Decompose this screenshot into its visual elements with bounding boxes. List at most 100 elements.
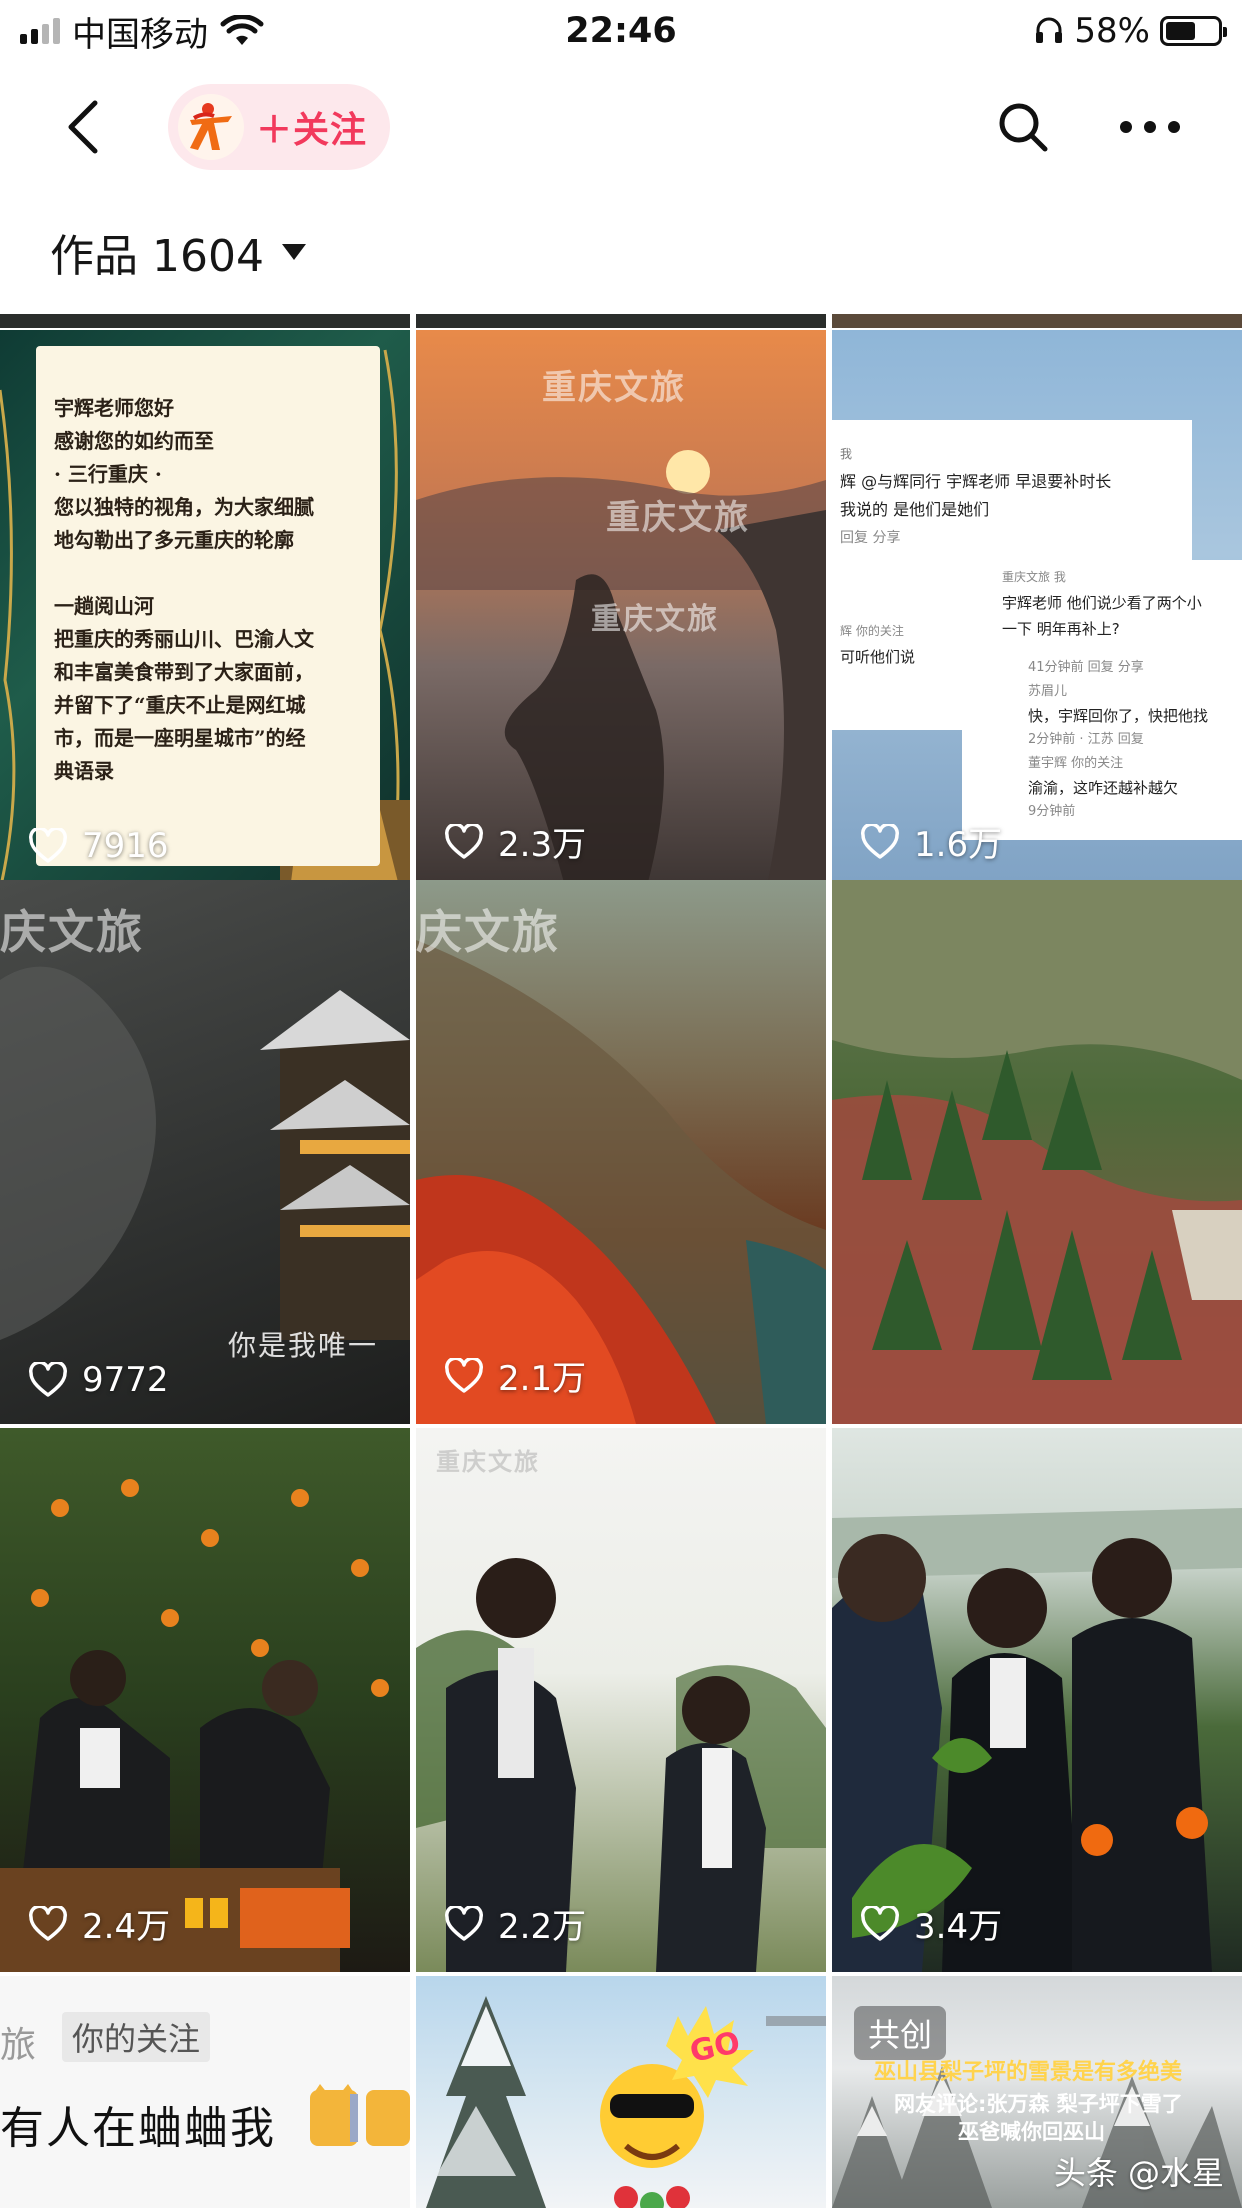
chevron-left-icon <box>68 100 98 154</box>
like-count: 7916 <box>28 826 169 866</box>
comment-line: 9分钟前 <box>1028 804 1076 819</box>
comment-line: 回复 分享 <box>840 530 901 546</box>
more-dots-icon <box>1120 121 1180 133</box>
letter-line: 您以独特的视角，为大家细腻 <box>54 495 314 519</box>
letter-line: 宇辉老师您好 <box>54 396 174 420</box>
cat-emoji-icon <box>310 2084 410 2146</box>
tile-strip <box>0 314 410 328</box>
video-tile[interactable]: 共创 巫山县梨子坪的雪景是有多绝美 网友评论:张万森 梨子坪下雪了 巫爸喊你回巫… <box>832 1976 1242 2208</box>
tile-strip <box>416 314 826 328</box>
comment-line: 苏眉儿 <box>1028 684 1068 699</box>
watermark: 庆文旅 <box>416 905 560 959</box>
tile-artwork <box>416 1558 826 1972</box>
comment-thread: 辉 你的关注 可听他们说 <box>840 618 980 670</box>
like-count-text: 9772 <box>82 1360 169 1400</box>
video-tile[interactable]: 重庆文旅 重庆文旅 重庆文旅 2.3万 <box>416 330 826 890</box>
comment-line: 宇辉老师 他们说少看了两个小 <box>1002 594 1202 612</box>
watermark: 重庆文旅 <box>591 602 719 637</box>
heart-icon <box>29 1362 67 1397</box>
watermark: 重庆文旅 <box>606 498 750 538</box>
comment-line: 我说的 是他们是她们 <box>840 500 990 519</box>
video-tile[interactable]: 我 辉 @与辉同行 宇辉老师 早退要补时长 我说的 是他们是她们 回复 分享 重… <box>832 330 1242 890</box>
search-button[interactable] <box>990 94 1056 160</box>
cocreate-badge: 共创 <box>854 2006 947 2060</box>
like-count-text: 2.2万 <box>498 1907 587 1947</box>
status-right: 58% <box>1034 8 1227 54</box>
video-tile[interactable]: GO <box>416 1976 826 2208</box>
comment-thread: 重庆文旅 我 宇辉老师 他们说少看了两个小 一下 明年再补上? <box>1002 564 1242 642</box>
tile-strip <box>832 314 1242 328</box>
like-count-text: 2.4万 <box>82 1907 171 1947</box>
video-tile[interactable]: 庆文旅 你是我唯一 9772 <box>0 880 410 1424</box>
tag-label: 你的关注 <box>62 2012 211 2062</box>
like-count-text: 3.4万 <box>914 1907 1003 1947</box>
letter-line: 并留下了“重庆不止是网红城 <box>54 693 306 717</box>
like-count-text: 1.6万 <box>914 825 1003 865</box>
letter-line: 地勾勒出了多元重庆的轮廓 <box>54 528 294 552</box>
comment-line: 41分钟前 回复 分享 <box>1028 660 1144 675</box>
watermark: 重庆文旅 <box>436 1447 540 1476</box>
video-tile[interactable]: 重庆文旅 2.2万 <box>416 1428 826 1972</box>
letter-line: 和丰富美食带到了大家面前， <box>54 660 314 684</box>
like-count-text: 2.1万 <box>498 1359 587 1399</box>
tile-caption-line: 巫爸喊你回巫山 <box>958 2120 1105 2144</box>
letter-line: · 三行重庆 · <box>54 462 162 486</box>
comment-line: 渝渝，这咋还越补越欠 <box>1028 779 1179 797</box>
video-tile[interactable]: 宇辉老师您好 感谢您的如约而至 · 三行重庆 · 您以独特的视角，为大家细腻 地… <box>0 330 410 890</box>
brand-logo-icon <box>190 103 232 150</box>
battery-percent: 58% <box>1074 11 1150 51</box>
like-count: 9772 <box>28 1360 169 1400</box>
video-tile[interactable]: 2.4万 <box>0 1428 410 1972</box>
like-count: 3.4万 <box>860 1899 1002 1948</box>
comment-line: 快，宇辉回你了，快把他找 <box>1028 707 1209 725</box>
letter-line: 市，而是一座明星城市”的经 <box>54 726 306 750</box>
letter-text: 宇辉老师您好 感谢您的如约而至 · 三行重庆 · 您以独特的视角，为大家细腻 地… <box>54 392 374 788</box>
tile-caption: 有人在蛐蛐我 <box>0 2103 276 2154</box>
video-tile[interactable]: 旅 你的关注 有人在蛐蛐我 <box>0 1976 410 2208</box>
letter-line: 感谢您的如约而至 <box>54 429 214 453</box>
tile-artwork <box>832 880 1242 1424</box>
more-button[interactable] <box>1110 94 1190 160</box>
comment-line: 可听他们说 <box>840 648 916 666</box>
tile-caption-title: 巫山县梨子坪的雪景是有多绝美 <box>874 2060 1183 2085</box>
video-tile[interactable] <box>832 880 1242 1424</box>
tile-artwork <box>426 1996 826 2208</box>
letter-line <box>54 557 374 590</box>
heart-icon <box>445 823 483 859</box>
heart-icon <box>29 828 67 863</box>
nav-bar: ＋关注 <box>0 62 1242 192</box>
comment-line: 重庆文旅 我 <box>1002 570 1066 584</box>
back-button[interactable] <box>48 92 118 162</box>
status-bar: 中国移动 22:46 58% <box>0 0 1242 62</box>
comment-thread: 我 辉 @与辉同行 宇辉老师 早退要补时长 我说的 是他们是她们 回复 分享 <box>840 440 1240 552</box>
heart-icon <box>445 1905 483 1941</box>
battery-icon <box>1160 16 1227 46</box>
works-count-label: 作品 1604 <box>50 231 264 282</box>
heart-icon <box>861 1905 899 1941</box>
heart-icon <box>861 823 899 859</box>
like-count: 2.4万 <box>28 1899 170 1948</box>
search-icon <box>999 103 1048 152</box>
video-tile[interactable]: 庆文旅 2.1万 <box>416 880 826 1424</box>
like-count: 2.3万 <box>444 817 586 866</box>
watermark: 庆文旅 <box>0 905 144 959</box>
comment-thread: 41分钟前 回复 分享 苏眉儿 快，宇辉回你了，快把他找 2分钟前 · 江苏 回… <box>1028 656 1242 824</box>
tile-prefix: 旅 <box>0 2025 37 2066</box>
headphone-icon <box>1036 17 1063 43</box>
tile-artwork <box>0 1479 389 1972</box>
comment-line: 我 <box>840 447 853 461</box>
like-count-text: 2.3万 <box>498 825 587 865</box>
comment-line: 2分钟前 · 江苏 回复 <box>1028 732 1144 747</box>
follow-label: ＋关注 <box>256 110 368 151</box>
video-grid: 宇辉老师您好 感谢您的如约而至 · 三行重庆 · 您以独特的视角，为大家细腻 地… <box>0 314 1242 2208</box>
follow-button[interactable]: ＋关注 <box>168 84 390 170</box>
like-count-text: 7916 <box>82 826 169 866</box>
video-tile[interactable]: 3.4万 <box>832 1428 1242 1972</box>
video-subtitle: 你是我唯一 <box>228 1329 379 1362</box>
works-filter[interactable]: 作品 1604 <box>50 222 306 282</box>
letter-line: 典语录 <box>54 759 114 783</box>
letter-line: 一趟阅山河 <box>54 594 154 618</box>
source-watermark: 头条 @水星 <box>1053 2154 1224 2192</box>
heart-icon <box>29 1905 67 1941</box>
comment-line: 一下 明年再补上? <box>1002 620 1120 638</box>
